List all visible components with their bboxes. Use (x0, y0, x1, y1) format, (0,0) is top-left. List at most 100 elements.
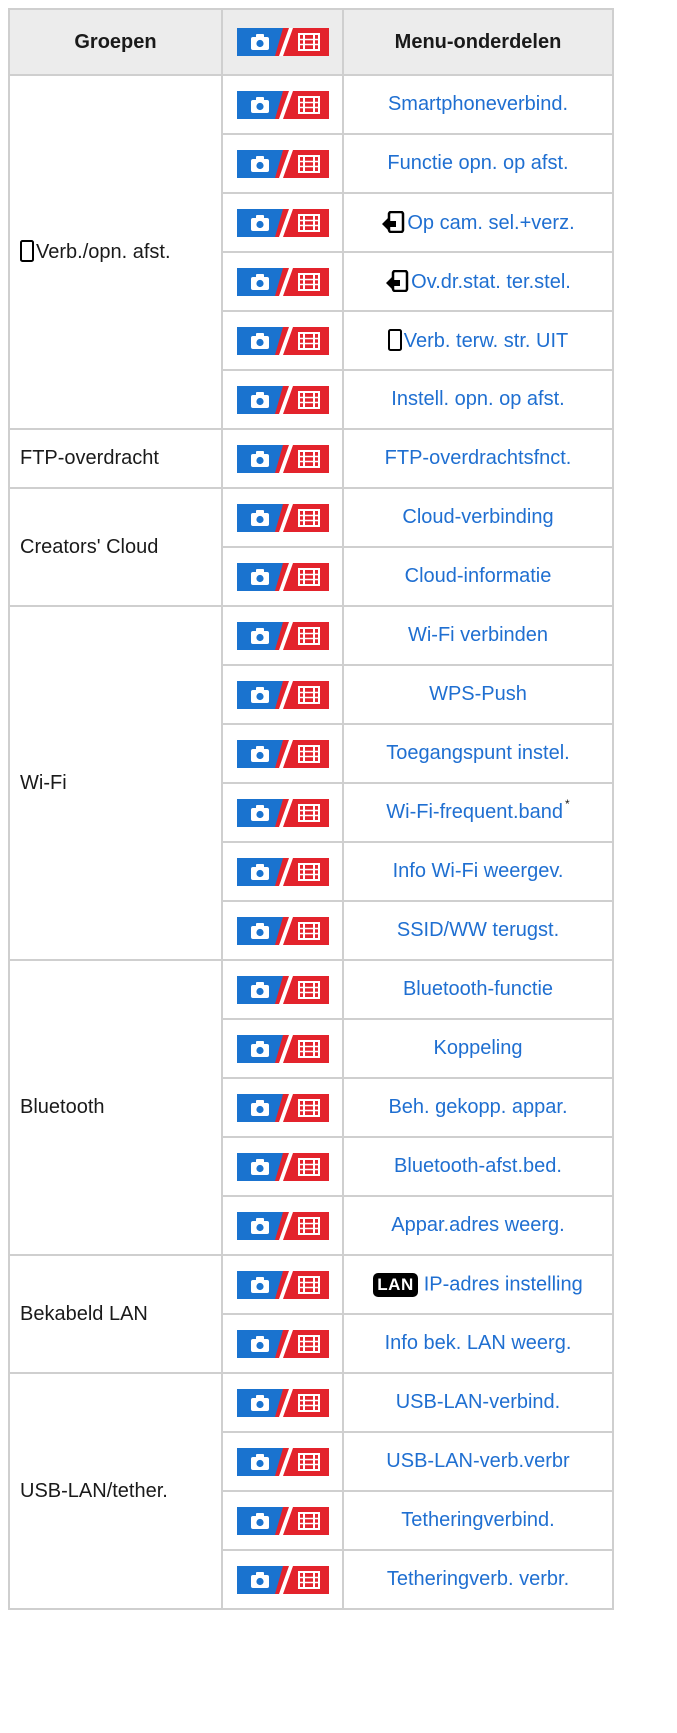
menu-item-link[interactable]: Wi-Fi verbinden (408, 624, 548, 646)
menu-item-cell: Cloud-verbinding (342, 487, 614, 548)
photo-movie-badge-icon (237, 150, 329, 178)
mode-icon-cell (221, 1195, 344, 1256)
header-menu-items: Menu-onderdelen (342, 8, 614, 76)
menu-item-link[interactable]: Cloud-verbinding (402, 506, 553, 528)
menu-item-link[interactable]: Bluetooth-afst.bed. (394, 1155, 562, 1177)
menu-item-cell: Wi-Fi verbinden (342, 605, 614, 666)
menu-item-cell: Op cam. sel.+verz. (342, 192, 614, 253)
menu-item-link[interactable]: Smartphoneverbind. (388, 93, 568, 115)
photo-movie-badge-icon (237, 1389, 329, 1417)
menu-item-link[interactable]: Wi-Fi-frequent.band (386, 801, 563, 823)
menu-item-link[interactable]: Instell. opn. op afst. (391, 388, 564, 410)
menu-item-cell: Beh. gekopp. appar. (342, 1077, 614, 1138)
mode-icon-cell (221, 369, 344, 430)
mode-icon-cell (221, 841, 344, 902)
mode-icon-cell (221, 310, 344, 371)
photo-movie-badge-icon (237, 976, 329, 1004)
photo-movie-badge-icon (237, 1094, 329, 1122)
menu-item-link[interactable]: IP-adres instelling (424, 1273, 583, 1295)
photo-movie-badge-icon (237, 1448, 329, 1476)
mode-icon-cell (221, 900, 344, 961)
group-label: FTP-overdracht (20, 447, 159, 469)
table-row: Wi-Fi Wi-Fi verbinden (8, 605, 614, 961)
group-label: Bekabeld LAN (20, 1302, 148, 1325)
mode-icon-cell (221, 1431, 344, 1492)
menu-item-cell: Functie opn. op afst. (342, 133, 614, 194)
menu-item-link[interactable]: Bluetooth-functie (403, 978, 553, 1000)
group-label: USB-LAN/tether. (20, 1479, 168, 1502)
menu-item-link[interactable]: Info Wi-Fi weergev. (393, 860, 564, 882)
menu-item-link[interactable]: Toegangspunt instel. (386, 742, 569, 764)
mode-icon-cell (221, 1077, 344, 1138)
menu-item-link[interactable]: Koppeling (434, 1037, 523, 1059)
table-row: Verb./opn. afst. Smartphoneverbind. (8, 74, 614, 430)
menu-item-cell: USB-LAN-verb.verbr (342, 1431, 614, 1492)
menu-item-cell: Verb. terw. str. UIT (342, 310, 614, 371)
group-label: Verb./opn. afst. (36, 241, 171, 263)
menu-item-link[interactable]: Tetheringverb. verbr. (387, 1568, 569, 1590)
photo-movie-badge-icon (237, 1035, 329, 1063)
photo-movie-badge-icon (237, 268, 329, 296)
mode-icon-cell (221, 1313, 344, 1374)
photo-movie-badge-icon (237, 799, 329, 827)
table-row: Creators' Cloud Cloud-verbinding (8, 487, 614, 607)
mode-icon-cell (221, 1018, 344, 1079)
mode-icon-cell (221, 1372, 344, 1433)
transfer-icon (385, 270, 409, 292)
photo-movie-badge-icon (237, 209, 329, 237)
menu-item-cell: Bluetooth-afst.bed. (342, 1136, 614, 1197)
transfer-icon (381, 211, 405, 233)
menu-item-link[interactable]: Tetheringverbind. (401, 1509, 554, 1531)
menu-item-cell: SSID/WW terugst. (342, 900, 614, 961)
header-groups: Groepen (8, 8, 223, 76)
menu-item-link[interactable]: Op cam. sel.+verz. (407, 212, 574, 234)
mode-icon-cell (221, 605, 344, 666)
group-cell: Wi-Fi (8, 605, 223, 961)
menu-item-cell: LAN IP-adres instelling (342, 1254, 614, 1315)
menu-item-cell: Cloud-informatie (342, 546, 614, 607)
mode-icon-cell (221, 1549, 344, 1610)
menu-item-link[interactable]: Ov.dr.stat. ter.stel. (411, 271, 571, 293)
menu-item-link[interactable]: SSID/WW terugst. (397, 919, 559, 941)
menu-item-link[interactable]: WPS-Push (429, 683, 527, 705)
mode-icon-cell (221, 723, 344, 784)
photo-movie-badge-icon (237, 740, 329, 768)
photo-movie-badge-icon (237, 681, 329, 709)
photo-movie-badge-icon (237, 1566, 329, 1594)
menu-item-cell: Wi-Fi-frequent.band * (342, 782, 614, 843)
group-cell: Creators' Cloud (8, 487, 223, 607)
menu-item-link[interactable]: FTP-overdrachtsfnct. (385, 447, 572, 469)
menu-item-link[interactable]: Appar.adres weerg. (391, 1214, 564, 1236)
smartphone-icon (20, 240, 34, 262)
photo-movie-badge-icon (237, 445, 329, 473)
menu-item-link[interactable]: Info bek. LAN weerg. (385, 1332, 572, 1354)
photo-movie-badge-icon (237, 28, 329, 56)
mode-icon-cell (221, 251, 344, 312)
photo-movie-badge-icon (237, 386, 329, 414)
menu-item-link[interactable]: USB-LAN-verb.verbr (386, 1450, 569, 1472)
group-cell: Verb./opn. afst. (8, 74, 223, 430)
mode-icon-cell (221, 487, 344, 548)
mode-icon-cell (221, 192, 344, 253)
photo-movie-badge-icon (237, 622, 329, 650)
mode-icon-cell (221, 1490, 344, 1551)
mode-icon-cell (221, 1136, 344, 1197)
menu-item-cell: Tetheringverb. verbr. (342, 1549, 614, 1610)
photo-movie-badge-icon (237, 327, 329, 355)
group-label: Bluetooth (20, 1096, 105, 1118)
menu-item-cell: Bluetooth-functie (342, 959, 614, 1020)
menu-item-cell: Info Wi-Fi weergev. (342, 841, 614, 902)
table-row: FTP-overdracht FTP-overdrachtsfnct. (8, 428, 614, 489)
menu-item-link[interactable]: Functie opn. op afst. (387, 152, 568, 174)
photo-movie-badge-icon (237, 91, 329, 119)
menu-item-cell: Ov.dr.stat. ter.stel. (342, 251, 614, 312)
mode-icon-cell (221, 782, 344, 843)
group-cell: Bluetooth (8, 959, 223, 1256)
menu-item-link[interactable]: Verb. terw. str. UIT (404, 330, 569, 352)
menu-item-link[interactable]: USB-LAN-verbind. (396, 1391, 561, 1413)
photo-movie-badge-icon (237, 1271, 329, 1299)
menu-item-link[interactable]: Beh. gekopp. appar. (388, 1096, 567, 1118)
menu-item-link[interactable]: Cloud-informatie (405, 565, 552, 587)
menu-table: Groepen Menu-onderdelen Verb./opn. afst.… (8, 8, 614, 1610)
photo-movie-badge-icon (237, 858, 329, 886)
